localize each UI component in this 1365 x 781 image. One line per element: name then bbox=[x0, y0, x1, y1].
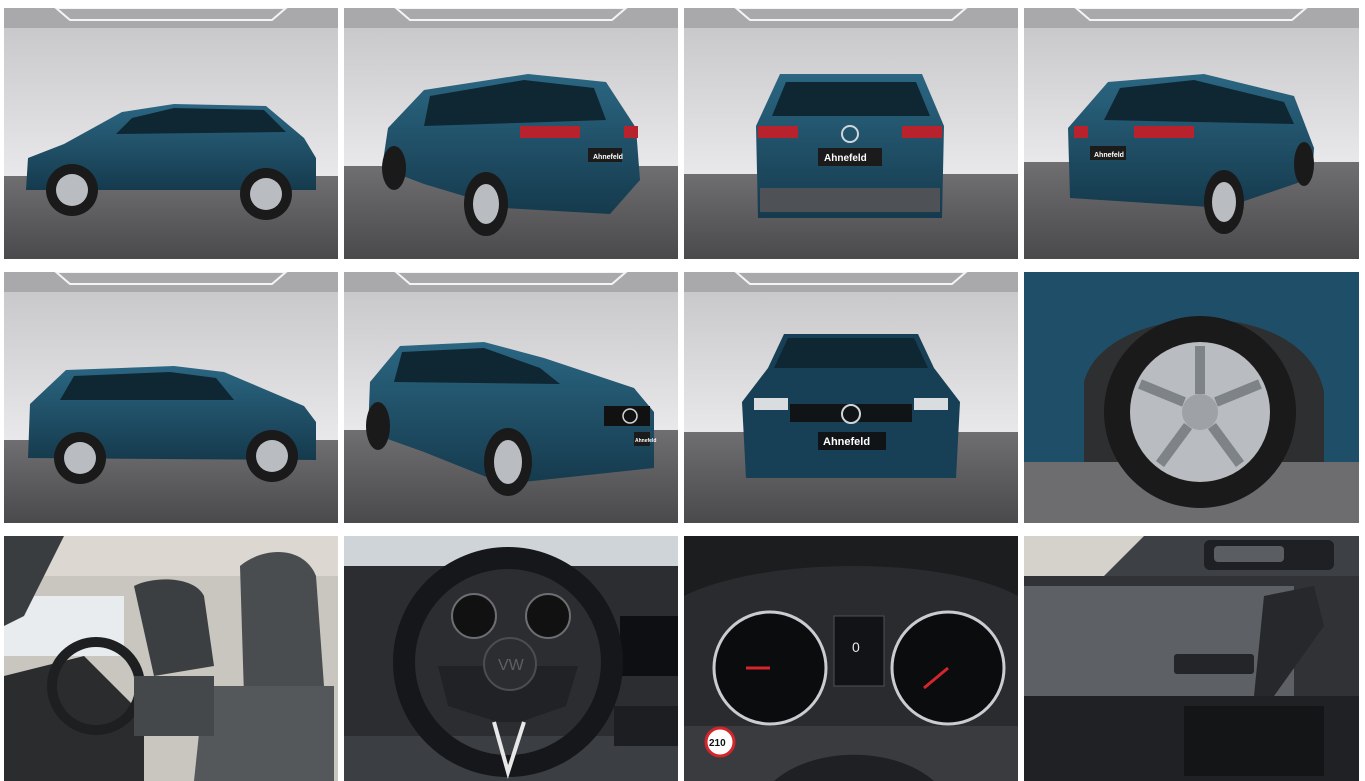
car-front-left-image: Ahnefeld bbox=[344, 272, 678, 523]
vw-logo-icon: VW bbox=[498, 657, 525, 674]
gallery-photo-front-three-quarter-left[interactable]: Ahnefeld bbox=[344, 272, 678, 523]
gallery-photo-interior-front-seats[interactable] bbox=[4, 536, 338, 781]
car-rear-left-image: Ahnefeld bbox=[344, 8, 678, 259]
gallery-photo-instrument-cluster[interactable]: 0 210 bbox=[684, 536, 1018, 781]
license-plate-text: Ahnefeld bbox=[1094, 152, 1124, 159]
gallery-photo-side-left-lower[interactable] bbox=[4, 272, 338, 523]
speed-readout: 0 bbox=[852, 639, 860, 655]
car-side-image bbox=[4, 8, 338, 259]
gallery-photo-rear[interactable]: Ahnefeld bbox=[684, 8, 1018, 259]
license-plate-text: Ahnefeld bbox=[824, 153, 867, 164]
photo-gallery: Ahnefeld Ahnefeld Ahnefeld Ahnefeld Ahne… bbox=[0, 0, 1365, 781]
gallery-photo-side-left[interactable] bbox=[4, 8, 338, 259]
gallery-photo-front[interactable]: Ahnefeld bbox=[684, 272, 1018, 523]
license-plate-text: Ahnefeld bbox=[593, 154, 623, 161]
interior-seats-image bbox=[4, 536, 338, 781]
car-rear-right-image: Ahnefeld bbox=[1024, 8, 1359, 259]
car-side-image bbox=[4, 272, 338, 523]
steering-wheel-image: VW bbox=[344, 536, 678, 781]
car-front-image: Ahnefeld bbox=[684, 272, 1018, 523]
wheel-image bbox=[1024, 272, 1359, 523]
door-panel-image bbox=[1024, 536, 1359, 781]
gallery-photo-steering-wheel[interactable]: VW bbox=[344, 536, 678, 781]
gallery-photo-door-panel[interactable] bbox=[1024, 536, 1359, 781]
instrument-cluster-image: 0 210 bbox=[684, 536, 1018, 781]
gallery-photo-rear-three-quarter-right[interactable]: Ahnefeld bbox=[1024, 8, 1359, 259]
license-plate-text: Ahnefeld bbox=[635, 438, 656, 444]
gallery-photo-wheel-closeup[interactable] bbox=[1024, 272, 1359, 523]
license-plate-text: Ahnefeld bbox=[823, 436, 870, 448]
car-rear-image: Ahnefeld bbox=[684, 8, 1018, 259]
gallery-photo-rear-three-quarter-left[interactable]: Ahnefeld bbox=[344, 8, 678, 259]
speed-limit-sign-text: 210 bbox=[709, 738, 726, 749]
